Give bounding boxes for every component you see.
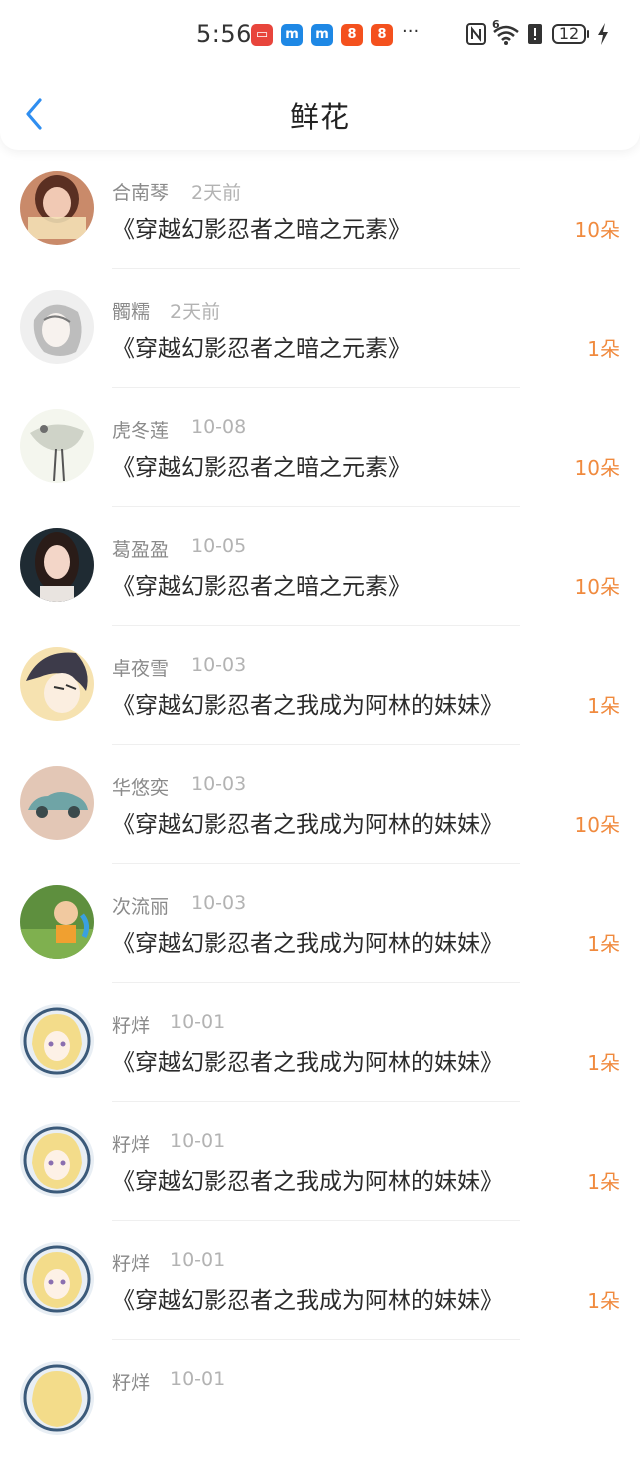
book-title[interactable]: 《穿越幻影忍者之暗之元素》 (112, 567, 411, 601)
user-name: 卓夜雪 (112, 658, 170, 680)
status-bar: 5:56 ▭ m m 8 8 ··· 6 12 (0, 0, 640, 70)
book-title[interactable]: 《穿越幻影忍者之我成为阿林的妹妹》 (112, 1162, 503, 1196)
post-date: 10-03 (191, 892, 247, 914)
huawei-app-icon: ▭ (251, 24, 273, 46)
avatar[interactable] (20, 885, 94, 959)
battery-level: 12 (558, 24, 580, 43)
user-name: 籽烊 (112, 1372, 151, 1394)
avatar[interactable] (20, 1361, 94, 1435)
m-app-icon: m (281, 24, 303, 46)
network-type-label: 6 (492, 18, 500, 31)
book-title[interactable]: 《穿越幻影忍者之暗之元素》 (112, 448, 411, 482)
battery-icon: 12 (552, 24, 586, 44)
avatar[interactable] (20, 528, 94, 602)
user-name: 髑糯 (112, 301, 151, 323)
list-item[interactable]: 合南琴 2天前 《穿越幻影忍者之暗之元素》 10朵 (0, 150, 640, 269)
avatar[interactable] (20, 1242, 94, 1316)
post-date: 2天前 (170, 301, 221, 323)
alert-icon (528, 24, 542, 44)
book-title[interactable]: 《穿越幻影忍者之我成为阿林的妹妹》 (112, 1043, 503, 1077)
book-title[interactable]: 《穿越幻影忍者之我成为阿林的妹妹》 (112, 686, 503, 720)
list-item[interactable]: 籽烊 10-01 (0, 1340, 640, 1459)
flower-list: 合南琴 2天前 《穿越幻影忍者之暗之元素》 10朵 髑糯 2天前 《穿越幻影忍者… (0, 150, 640, 1459)
flower-count: 1朵 (587, 337, 620, 361)
list-item[interactable]: 籽烊 10-01 《穿越幻影忍者之我成为阿林的妹妹》 1朵 (0, 1102, 640, 1221)
flower-count: 1朵 (587, 1051, 620, 1075)
status-time: 5:56 (196, 20, 252, 48)
page-title: 鲜花 (289, 100, 350, 134)
m-app-icon-2: m (311, 24, 333, 46)
user-name: 华悠奕 (112, 777, 170, 799)
battery-tip (587, 30, 589, 38)
avatar[interactable] (20, 290, 94, 364)
list-item[interactable]: 籽烊 10-01 《穿越幻影忍者之我成为阿林的妹妹》 1朵 (0, 1221, 640, 1340)
avatar[interactable] (20, 1123, 94, 1197)
user-name: 籽烊 (112, 1253, 151, 1275)
flower-count: 1朵 (587, 1170, 620, 1194)
list-item[interactable]: 卓夜雪 10-03 《穿越幻影忍者之我成为阿林的妹妹》 1朵 (0, 626, 640, 745)
user-name: 合南琴 (112, 182, 170, 204)
book-title[interactable]: 《穿越幻影忍者之我成为阿林的妹妹》 (112, 1281, 503, 1315)
kuaishou-app-icon-2: 8 (371, 24, 393, 46)
post-date: 10-01 (170, 1249, 226, 1271)
list-item[interactable]: 次流丽 10-03 《穿越幻影忍者之我成为阿林的妹妹》 1朵 (0, 864, 640, 983)
nfc-icon (466, 23, 486, 45)
post-date: 10-01 (170, 1368, 226, 1390)
post-date: 10-08 (191, 416, 247, 438)
more-notifications-icon: ··· (402, 21, 420, 42)
avatar[interactable] (20, 1004, 94, 1078)
flower-count: 10朵 (574, 218, 620, 242)
flower-count: 1朵 (587, 1289, 620, 1313)
flower-count: 10朵 (574, 813, 620, 837)
list-item[interactable]: 髑糯 2天前 《穿越幻影忍者之暗之元素》 1朵 (0, 269, 640, 388)
flower-count: 1朵 (587, 932, 620, 956)
flower-count: 1朵 (587, 694, 620, 718)
list-item[interactable]: 籽烊 10-01 《穿越幻影忍者之我成为阿林的妹妹》 1朵 (0, 983, 640, 1102)
post-date: 2天前 (191, 182, 242, 204)
book-title[interactable]: 《穿越幻影忍者之暗之元素》 (112, 329, 411, 363)
post-date: 10-01 (170, 1011, 226, 1033)
list-item[interactable]: 华悠奕 10-03 《穿越幻影忍者之我成为阿林的妹妹》 10朵 (0, 745, 640, 864)
book-title[interactable]: 《穿越幻影忍者之暗之元素》 (112, 210, 411, 244)
user-name: 次流丽 (112, 896, 170, 918)
avatar[interactable] (20, 409, 94, 483)
list-item[interactable]: 葛盈盈 10-05 《穿越幻影忍者之暗之元素》 10朵 (0, 507, 640, 626)
avatar[interactable] (20, 766, 94, 840)
user-name: 葛盈盈 (112, 539, 170, 561)
charging-icon (598, 23, 608, 45)
avatar[interactable] (20, 171, 94, 245)
post-date: 10-01 (170, 1130, 226, 1152)
book-title[interactable]: 《穿越幻影忍者之我成为阿林的妹妹》 (112, 805, 503, 839)
flower-count: 10朵 (574, 575, 620, 599)
book-title[interactable]: 《穿越幻影忍者之我成为阿林的妹妹》 (112, 924, 503, 958)
flower-count: 10朵 (574, 456, 620, 480)
kuaishou-app-icon: 8 (341, 24, 363, 46)
avatar[interactable] (20, 647, 94, 721)
top-bar: 5:56 ▭ m m 8 8 ··· 6 12 鲜花 (0, 0, 640, 150)
user-name: 籽烊 (112, 1134, 151, 1156)
post-date: 10-05 (191, 535, 247, 557)
user-name: 籽烊 (112, 1015, 151, 1037)
post-date: 10-03 (191, 773, 247, 795)
user-name: 虎冬莲 (112, 420, 170, 442)
list-item[interactable]: 虎冬莲 10-08 《穿越幻影忍者之暗之元素》 10朵 (0, 388, 640, 507)
post-date: 10-03 (191, 654, 247, 676)
